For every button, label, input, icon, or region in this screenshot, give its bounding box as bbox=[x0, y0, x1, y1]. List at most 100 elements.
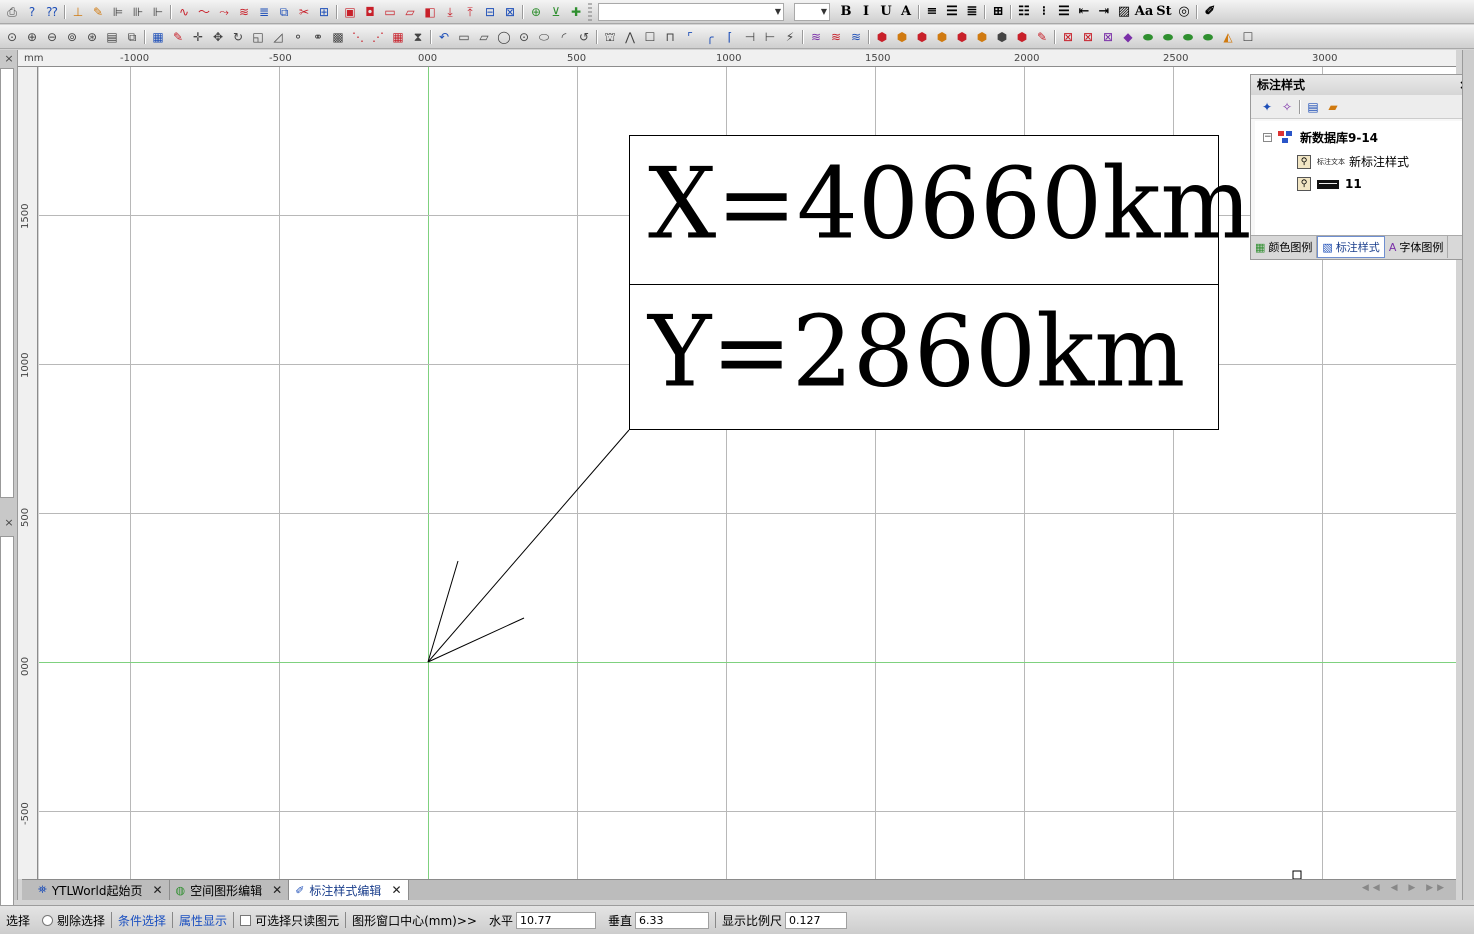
folder-icon[interactable]: ▰ bbox=[1323, 97, 1343, 117]
line-cut-icon[interactable]: ✂ bbox=[294, 2, 314, 22]
select-icon[interactable]: ▦ bbox=[148, 27, 168, 47]
doc-tab-start-page[interactable]: ⛯ YTLWorld起始页 ✕ bbox=[32, 880, 170, 900]
skew-icon[interactable]: ◿ bbox=[268, 27, 288, 47]
globe-icon[interactable]: ◎ bbox=[1174, 2, 1194, 22]
attr-g-icon[interactable]: ⬢ bbox=[992, 27, 1012, 47]
color-c-icon[interactable]: ⬬ bbox=[1158, 27, 1178, 47]
context-help-icon[interactable]: ⁇ bbox=[42, 2, 62, 22]
italic-icon[interactable]: I bbox=[856, 2, 876, 22]
zoom-real-icon[interactable]: ⊚ bbox=[62, 27, 82, 47]
fillet-icon[interactable]: ⌈ bbox=[720, 27, 740, 47]
bold-icon[interactable]: B bbox=[836, 2, 856, 22]
superscript-icon[interactable]: Aa bbox=[1134, 2, 1154, 22]
color-g-icon[interactable]: ☐ bbox=[1238, 27, 1258, 47]
circle-center-icon[interactable]: ⊙ bbox=[514, 27, 534, 47]
parallelogram-icon[interactable]: ▱ bbox=[474, 27, 494, 47]
corner-icon[interactable]: ⌜ bbox=[680, 27, 700, 47]
attr-i-icon[interactable]: ✎ bbox=[1032, 27, 1052, 47]
style-remove-icon[interactable]: ✧ bbox=[1277, 97, 1297, 117]
box-icon[interactable]: ☐ bbox=[640, 27, 660, 47]
select-mode[interactable]: 选择 bbox=[0, 906, 36, 934]
layers-c-icon[interactable]: ≋ bbox=[846, 27, 866, 47]
label-down-icon[interactable]: ⊻ bbox=[546, 2, 566, 22]
brush-icon[interactable]: ✎ bbox=[168, 27, 188, 47]
attr-f-icon[interactable]: ⬢ bbox=[972, 27, 992, 47]
attr-h-icon[interactable]: ⬢ bbox=[1012, 27, 1032, 47]
tree-item-11[interactable]: ⚲ 11 bbox=[1297, 177, 1362, 191]
scale-field[interactable]: 0.127 bbox=[784, 911, 847, 929]
trim-icon[interactable]: ⊣ bbox=[740, 27, 760, 47]
zoom-in-icon[interactable]: ⊕ bbox=[22, 27, 42, 47]
area-clip-icon[interactable]: ◧ bbox=[420, 2, 440, 22]
circle-icon[interactable]: ◯ bbox=[494, 27, 514, 47]
close-icon[interactable]: ✕ bbox=[391, 883, 401, 897]
attr-display-link[interactable]: 属性显示 bbox=[173, 906, 233, 934]
style-props-icon[interactable]: ▤ bbox=[1303, 97, 1323, 117]
align-left-icon[interactable]: ≡ bbox=[922, 2, 942, 22]
attr-e-icon[interactable]: ⬢ bbox=[952, 27, 972, 47]
area-down-icon[interactable]: ⤓ bbox=[440, 2, 460, 22]
condition-select-link[interactable]: 条件选择 bbox=[112, 906, 172, 934]
view-page-icon[interactable]: ▤ bbox=[102, 27, 122, 47]
area-input-icon[interactable]: ▣ bbox=[340, 2, 360, 22]
help-icon[interactable]: ? bbox=[22, 2, 42, 22]
list-numbers-icon[interactable]: ⁝ bbox=[1034, 2, 1054, 22]
line-copy-icon[interactable]: ⧉ bbox=[274, 2, 294, 22]
color-b-icon[interactable]: ⬬ bbox=[1138, 27, 1158, 47]
line-draw-icon[interactable]: ∿ bbox=[174, 2, 194, 22]
vertex-edit-icon[interactable]: ⋰ bbox=[368, 27, 388, 47]
scale-icon[interactable]: ◱ bbox=[248, 27, 268, 47]
close-icon[interactable]: × bbox=[2, 52, 16, 66]
attr-b-icon[interactable]: ⬢ bbox=[892, 27, 912, 47]
zoom-out-icon[interactable]: ⊖ bbox=[42, 27, 62, 47]
deselect-mode[interactable]: 剔除选择 bbox=[36, 906, 111, 934]
indent-icon[interactable]: ⇥ bbox=[1094, 2, 1114, 22]
list-plain-icon[interactable]: ☰ bbox=[1054, 2, 1074, 22]
toolbar-grip[interactable] bbox=[588, 2, 592, 21]
node-move-icon[interactable]: ⚭ bbox=[308, 27, 328, 47]
point-align-icon[interactable]: ⊩ bbox=[148, 2, 168, 22]
net-c-icon[interactable]: ⊠ bbox=[1098, 27, 1118, 47]
zoom-window-icon[interactable]: ⊙ bbox=[2, 27, 22, 47]
font-name-combo[interactable]: ▼ bbox=[598, 2, 784, 21]
layers-a-icon[interactable]: ≋ bbox=[806, 27, 826, 47]
attr-a-icon[interactable]: ⬢ bbox=[872, 27, 892, 47]
line-edit-icon[interactable]: ⤳ bbox=[214, 2, 234, 22]
extend-icon[interactable]: ⊢ bbox=[760, 27, 780, 47]
right-dock-strip[interactable] bbox=[1462, 50, 1474, 900]
list-bullets-icon[interactable]: ☷ bbox=[1014, 2, 1034, 22]
polyline-icon[interactable]: ⋀ bbox=[620, 27, 640, 47]
view-layer-icon[interactable]: ⧉ bbox=[122, 27, 142, 47]
mirror-icon[interactable]: ⧗ bbox=[408, 27, 428, 47]
rect-icon[interactable]: ▭ bbox=[454, 27, 474, 47]
point-insert-icon[interactable]: ⊥ bbox=[68, 2, 88, 22]
style-add-icon[interactable]: ✦ bbox=[1257, 97, 1277, 117]
point-edit-icon[interactable]: ✎ bbox=[88, 2, 108, 22]
close-icon[interactable]: ✕ bbox=[272, 883, 282, 897]
net-b-icon[interactable]: ⊠ bbox=[1078, 27, 1098, 47]
corner-round-icon[interactable]: ╭ bbox=[700, 27, 720, 47]
outdent-icon[interactable]: ⇤ bbox=[1074, 2, 1094, 22]
print-icon[interactable]: ⎙ bbox=[2, 2, 22, 22]
tab-font-legend[interactable]: A 字体图例 bbox=[1385, 236, 1449, 258]
area-poly-icon[interactable]: ▱ bbox=[400, 2, 420, 22]
line-props-icon[interactable]: ⊞ bbox=[314, 2, 334, 22]
move-icon[interactable]: ✥ bbox=[208, 27, 228, 47]
box-open-icon[interactable]: ⊓ bbox=[660, 27, 680, 47]
left-dock-pane-bottom[interactable] bbox=[0, 536, 14, 926]
area-up-icon[interactable]: ⤒ bbox=[460, 2, 480, 22]
deselect-radio[interactable] bbox=[42, 914, 54, 926]
underline-icon[interactable]: U bbox=[876, 2, 896, 22]
line-wave-icon[interactable]: ≋ bbox=[234, 2, 254, 22]
doc-tab-label-style-edit[interactable]: ✐ 标注样式编辑 ✕ bbox=[289, 880, 409, 900]
border-icon[interactable]: ⊞ bbox=[988, 2, 1008, 22]
table-icon[interactable]: ▦ bbox=[388, 27, 408, 47]
picture-icon[interactable]: ▨ bbox=[1114, 2, 1134, 22]
color-a-icon[interactable]: ◆ bbox=[1118, 27, 1138, 47]
horizontal-field[interactable]: 10.77 bbox=[515, 911, 596, 929]
readonly-checkbox[interactable] bbox=[240, 914, 252, 926]
vertical-field[interactable]: 6.33 bbox=[634, 911, 709, 929]
color-f-icon[interactable]: ◭ bbox=[1218, 27, 1238, 47]
tab-label-style[interactable]: ▧ 标注样式 bbox=[1317, 236, 1385, 258]
label-plus-icon[interactable]: ✚ bbox=[566, 2, 586, 22]
